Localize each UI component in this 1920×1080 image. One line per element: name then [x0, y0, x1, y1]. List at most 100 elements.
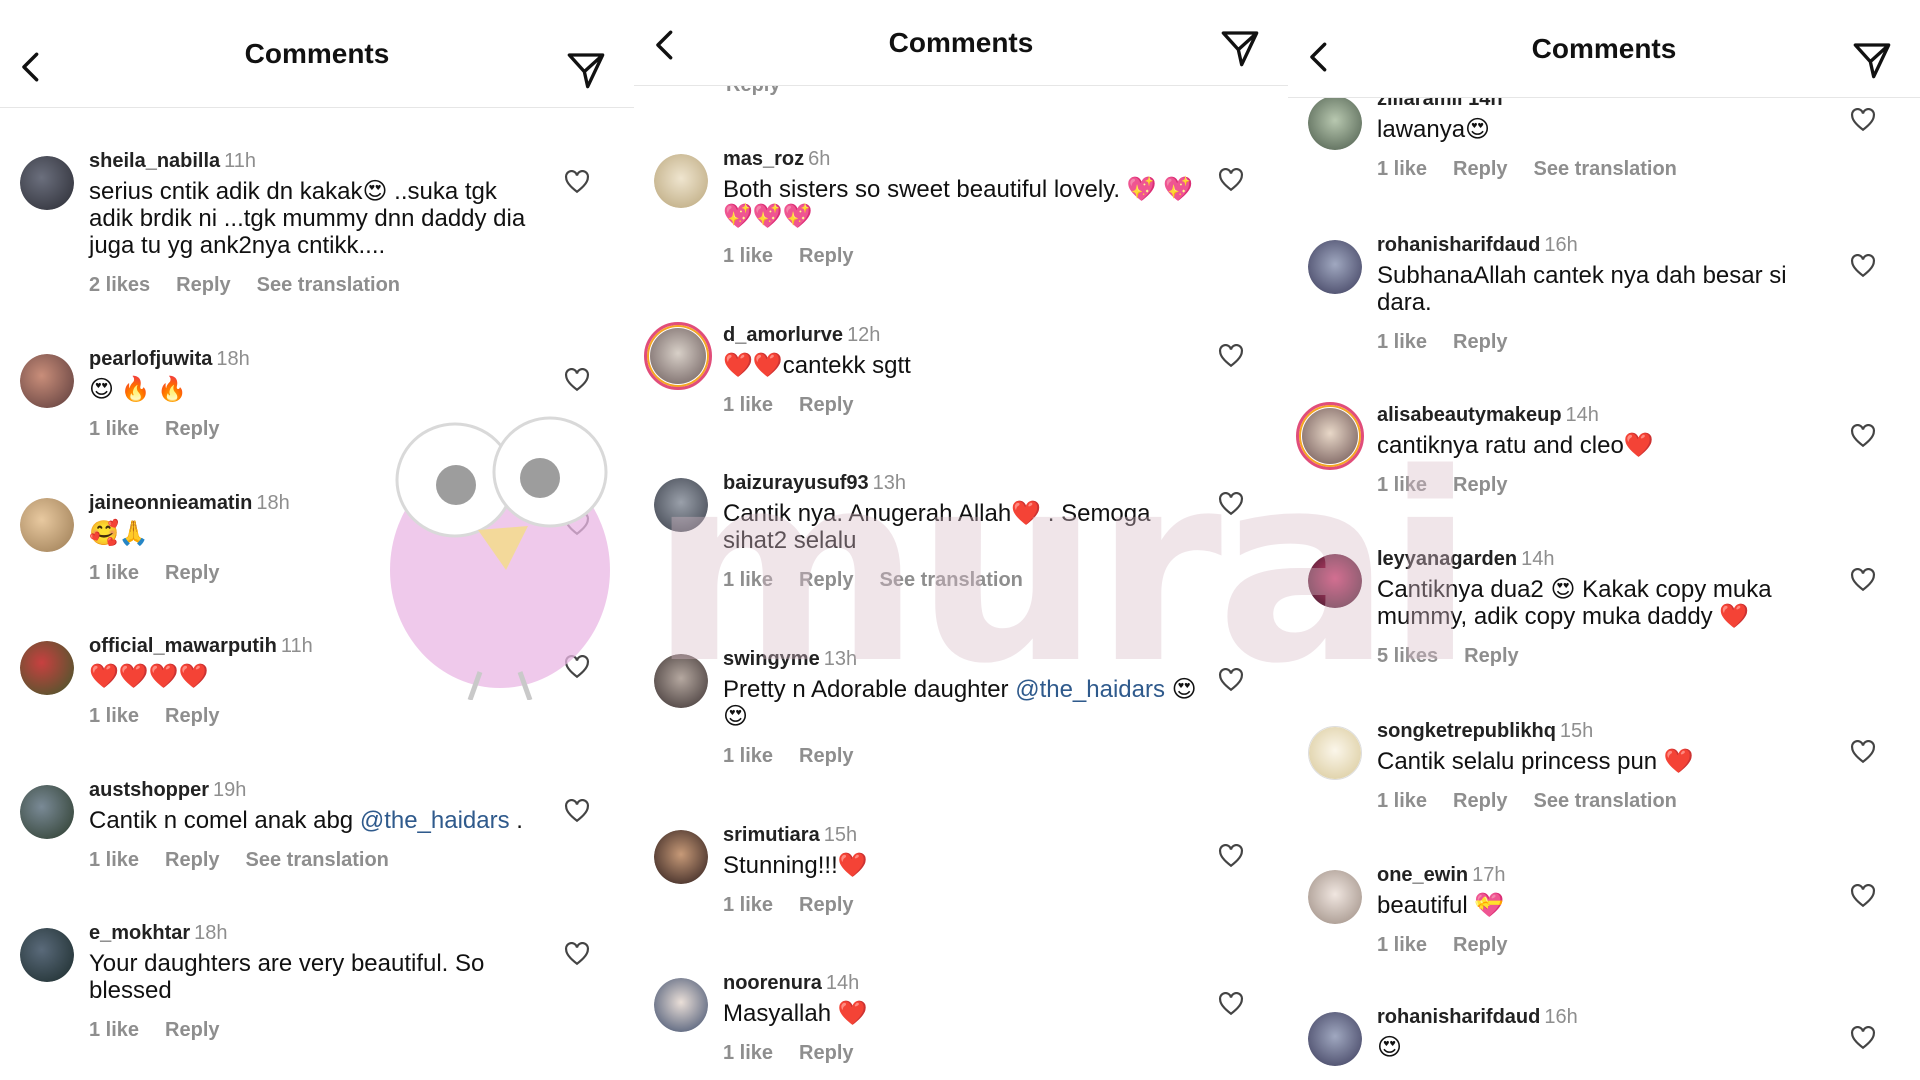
likes-count[interactable]: 1 like: [89, 705, 139, 727]
send-direct-icon[interactable]: [1852, 40, 1892, 80]
reply-button[interactable]: Reply: [165, 705, 219, 727]
comment-username[interactable]: e_mokhtar: [89, 922, 190, 944]
comment-username[interactable]: leyyanagarden: [1377, 548, 1517, 570]
avatar[interactable]: [1308, 1012, 1362, 1066]
see-translation-button[interactable]: See translation: [257, 274, 400, 296]
like-heart-icon[interactable]: [564, 512, 590, 536]
see-translation-button[interactable]: See translation: [1534, 158, 1677, 180]
like-heart-icon[interactable]: [1218, 344, 1244, 368]
comment-username[interactable]: baizurayusuf93: [723, 472, 869, 494]
likes-count[interactable]: 1 like: [723, 745, 773, 767]
comment-username[interactable]: swingyme: [723, 648, 820, 670]
avatar-story-ring[interactable]: [644, 322, 712, 390]
reply-button[interactable]: Reply: [1453, 790, 1507, 812]
likes-count[interactable]: 5 likes: [1377, 645, 1438, 667]
likes-count[interactable]: 1 like: [1377, 331, 1427, 353]
reply-button[interactable]: Reply: [1464, 645, 1518, 667]
avatar[interactable]: [654, 478, 708, 532]
comment-username[interactable]: mas_roz: [723, 148, 804, 170]
likes-count[interactable]: 1 like: [89, 1019, 139, 1041]
like-heart-icon[interactable]: [1218, 492, 1244, 516]
reply-button[interactable]: Reply: [1453, 158, 1507, 180]
avatar[interactable]: [20, 354, 74, 408]
like-heart-icon[interactable]: [564, 368, 590, 392]
reply-button[interactable]: Reply: [165, 1019, 219, 1041]
reply-button[interactable]: Reply: [799, 745, 853, 767]
avatar[interactable]: [1308, 240, 1362, 294]
likes-count[interactable]: 1 like: [89, 562, 139, 584]
see-translation-button[interactable]: See translation: [246, 849, 389, 871]
comment-username[interactable]: d_amorlurve: [723, 324, 843, 346]
avatar[interactable]: [1308, 554, 1362, 608]
comment-username[interactable]: alisabeautymakeup: [1377, 404, 1562, 426]
comment-username[interactable]: rohanisharifdaud: [1377, 234, 1540, 256]
like-heart-icon[interactable]: [564, 655, 590, 679]
likes-count[interactable]: 1 like: [89, 418, 139, 440]
reply-button[interactable]: Reply: [799, 894, 853, 916]
see-translation-button[interactable]: See translation: [1534, 790, 1677, 812]
likes-count[interactable]: 1 like: [723, 894, 773, 916]
comment-username[interactable]: rohanisharifdaud: [1377, 1006, 1540, 1028]
reply-button[interactable]: Reply: [176, 274, 230, 296]
likes-count[interactable]: 1 like: [723, 394, 773, 416]
likes-count[interactable]: 2 likes: [89, 274, 150, 296]
likes-count[interactable]: 1 like: [723, 245, 773, 267]
see-translation-button[interactable]: See translation: [880, 569, 1023, 591]
like-heart-icon[interactable]: [1850, 740, 1876, 764]
reply-button[interactable]: Reply: [799, 569, 853, 591]
avatar[interactable]: [1308, 870, 1362, 924]
avatar[interactable]: [20, 928, 74, 982]
comment-username[interactable]: austshopper: [89, 779, 209, 801]
avatar[interactable]: [654, 830, 708, 884]
reply-button[interactable]: Reply: [799, 245, 853, 267]
like-heart-icon[interactable]: [1218, 844, 1244, 868]
like-heart-icon[interactable]: [564, 942, 590, 966]
reply-button[interactable]: Reply: [799, 1042, 853, 1064]
reply-button[interactable]: Reply: [1453, 934, 1507, 956]
likes-count[interactable]: 1 like: [1377, 790, 1427, 812]
mention-link[interactable]: @the_haidars: [360, 807, 510, 834]
avatar[interactable]: [20, 156, 74, 210]
avatar[interactable]: [20, 498, 74, 552]
comment-username[interactable]: srimutiara: [723, 824, 820, 846]
comment-username[interactable]: jaineonnieamatin: [89, 492, 252, 514]
avatar[interactable]: [1308, 96, 1362, 150]
avatar[interactable]: [20, 641, 74, 695]
avatar[interactable]: [654, 978, 708, 1032]
reply-button[interactable]: Reply: [165, 849, 219, 871]
avatar[interactable]: [1308, 726, 1362, 780]
reply-button[interactable]: Reply: [165, 562, 219, 584]
avatar[interactable]: [654, 654, 708, 708]
comment-username[interactable]: pearlofjuwita: [89, 348, 212, 370]
like-heart-icon[interactable]: [564, 799, 590, 823]
mention-link[interactable]: @the_haidars: [1015, 676, 1165, 703]
likes-count[interactable]: 1 like: [1377, 474, 1427, 496]
likes-count[interactable]: 1 like: [1377, 934, 1427, 956]
comment-username[interactable]: noorenura: [723, 972, 822, 994]
likes-count[interactable]: 1 like: [89, 849, 139, 871]
avatar-story-ring[interactable]: [1296, 402, 1364, 470]
comment-username[interactable]: official_mawarputih: [89, 635, 277, 657]
like-heart-icon[interactable]: [1850, 1026, 1876, 1050]
like-heart-icon[interactable]: [1218, 992, 1244, 1016]
like-heart-icon[interactable]: [1218, 668, 1244, 692]
likes-count[interactable]: 1 like: [1377, 158, 1427, 180]
reply-button[interactable]: Reply: [799, 394, 853, 416]
like-heart-icon[interactable]: [1850, 424, 1876, 448]
reply-button[interactable]: Reply: [1453, 474, 1507, 496]
send-direct-icon[interactable]: [1220, 28, 1260, 68]
avatar[interactable]: [20, 785, 74, 839]
reply-button[interactable]: Reply: [1453, 331, 1507, 353]
comment-username[interactable]: songketrepublikhq: [1377, 720, 1556, 742]
like-heart-icon[interactable]: [1850, 254, 1876, 278]
like-heart-icon[interactable]: [564, 170, 590, 194]
send-direct-icon[interactable]: [566, 50, 606, 90]
like-heart-icon[interactable]: [1218, 168, 1244, 192]
comment-username[interactable]: one_ewin: [1377, 864, 1468, 886]
avatar[interactable]: [654, 154, 708, 208]
likes-count[interactable]: 1 like: [723, 1042, 773, 1064]
likes-count[interactable]: 1 like: [723, 569, 773, 591]
like-heart-icon[interactable]: [1850, 108, 1876, 132]
like-heart-icon[interactable]: [1850, 884, 1876, 908]
reply-button[interactable]: Reply: [165, 418, 219, 440]
